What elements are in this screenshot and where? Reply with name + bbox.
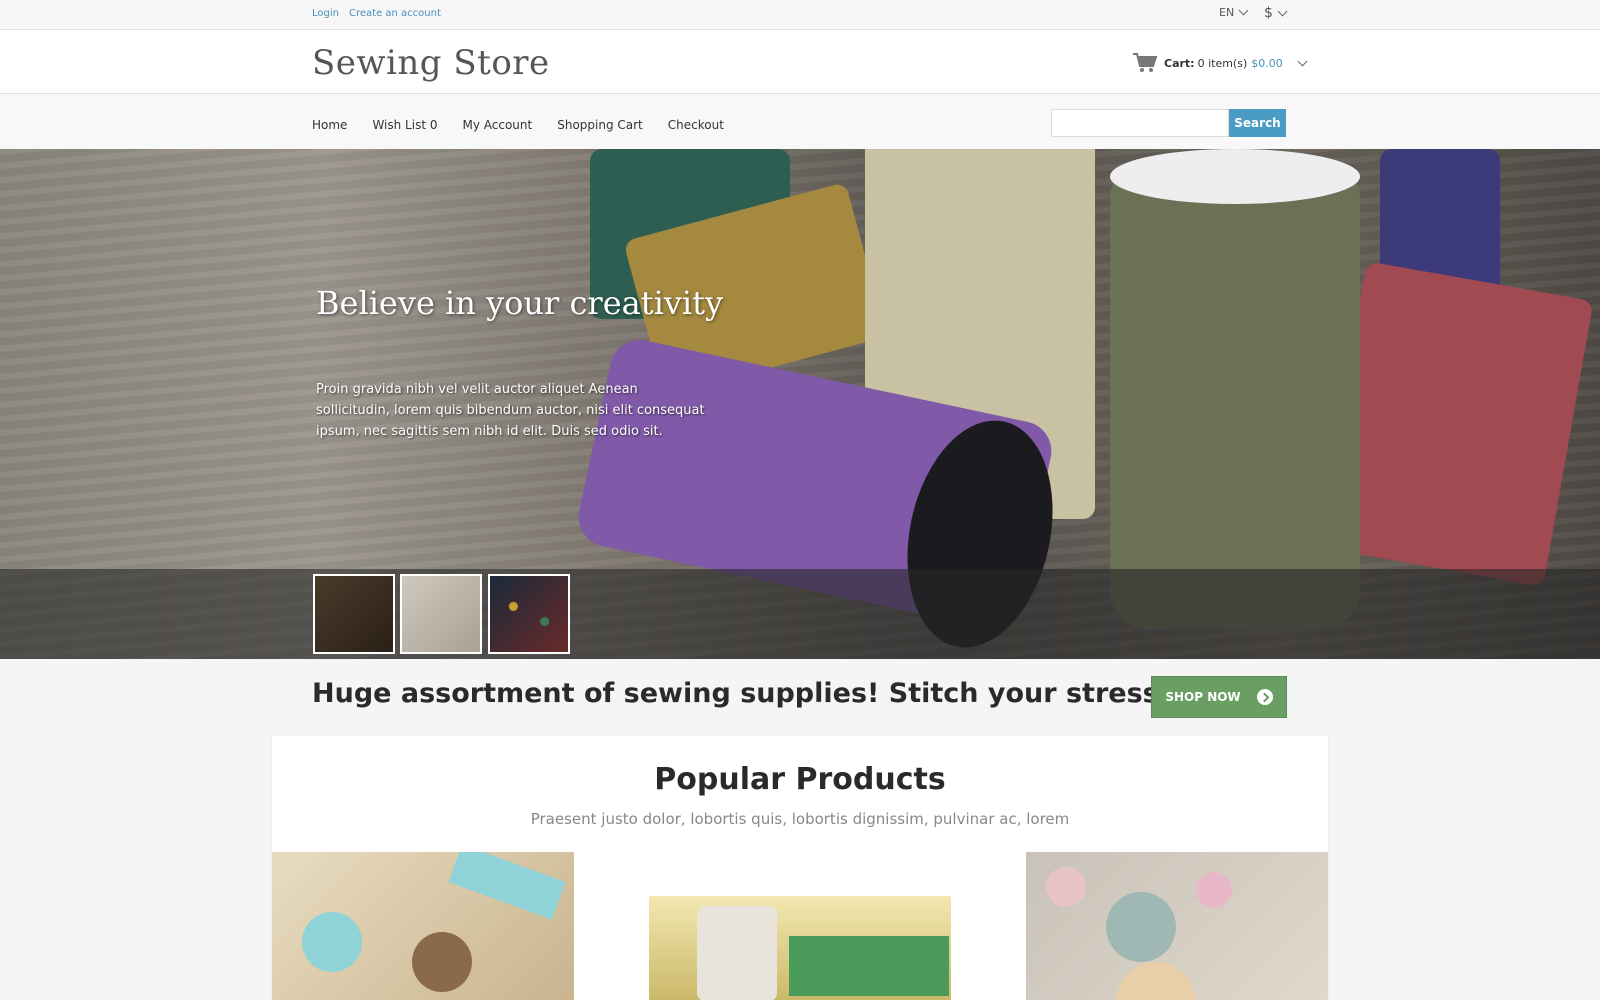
product-image-2[interactable] — [649, 896, 951, 1000]
product-image-1[interactable] — [272, 852, 574, 1000]
login-link[interactable]: Login — [312, 8, 339, 19]
button-decoration — [1116, 962, 1196, 1000]
cart-total: $0.00 — [1251, 56, 1283, 70]
cart-dropdown[interactable]: Cart: 0 item(s) $0.00 — [1132, 52, 1308, 74]
popular-products: Popular Products Praesent justo dolor, l… — [272, 736, 1328, 1000]
cart-label: Cart: — [1164, 56, 1195, 70]
olive-spool-image — [1110, 159, 1360, 629]
popular-products-subtitle: Praesent justo dolor, lobortis quis, lob… — [530, 810, 1070, 828]
slide-thumbnail-2[interactable] — [400, 574, 482, 654]
thread-decoration — [412, 932, 472, 992]
chevron-down-icon — [1277, 6, 1288, 16]
button-decoration — [1196, 872, 1232, 908]
promo-text: Huge assortment of sewing supplies! Stit… — [312, 678, 1255, 709]
fabric-decoration — [789, 936, 949, 996]
product-image-3[interactable] — [1026, 852, 1328, 1000]
button-decoration — [1046, 867, 1086, 907]
thumbnail-strip — [0, 569, 1600, 659]
shopping-cart-icon — [1133, 53, 1158, 72]
popular-products-title: Popular Products — [654, 762, 946, 797]
nav-item-home[interactable]: Home — [312, 118, 347, 132]
currency-selector[interactable]: $ — [1264, 5, 1288, 21]
flower-decoration — [302, 912, 362, 972]
nav-item-shopping-cart[interactable]: Shopping Cart — [557, 118, 643, 132]
arrow-right-icon — [1256, 689, 1273, 705]
slide-thumbnail-3[interactable] — [488, 574, 570, 654]
nav-item-my-account[interactable]: My Account — [462, 118, 532, 132]
language-selector[interactable]: EN — [1219, 5, 1249, 19]
main-nav: Home Wish List 0 My Account Shopping Car… — [0, 94, 1600, 149]
top-bar: Login Create an account EN $ — [0, 0, 1600, 30]
chevron-down-icon — [1297, 56, 1308, 66]
cart-items: 0 item(s) — [1197, 56, 1248, 70]
chevron-down-icon — [1238, 5, 1249, 16]
header: Sewing Store Cart: 0 item(s) $0.00 — [0, 30, 1600, 94]
slide-thumbnail-1[interactable] — [313, 574, 395, 654]
olive-spool-rim — [1110, 149, 1360, 204]
store-logo[interactable]: Sewing Store — [312, 43, 550, 83]
hero-text: Proin gravida nibh vel velit auctor aliq… — [316, 382, 705, 439]
currency-label: $ — [1264, 5, 1273, 21]
hero-title: Believe in your creativity — [316, 284, 724, 322]
shop-now-label: SHOP NOW — [1165, 690, 1241, 704]
spool-decoration — [697, 906, 777, 1000]
language-label: EN — [1219, 6, 1235, 19]
nav-item-wish-list[interactable]: Wish List 0 — [372, 118, 437, 132]
create-account-link[interactable]: Create an account — [349, 8, 441, 19]
hero-slider: Believe in your creativity Proin gravida… — [0, 149, 1600, 659]
shop-now-button[interactable]: SHOP NOW — [1151, 676, 1287, 718]
nav-item-checkout[interactable]: Checkout — [668, 118, 724, 132]
search-bar: Search — [1051, 109, 1286, 137]
search-input[interactable] — [1051, 109, 1229, 137]
search-button[interactable]: Search — [1229, 109, 1286, 137]
ribbon-decoration — [448, 852, 566, 920]
button-decoration — [1106, 892, 1176, 962]
